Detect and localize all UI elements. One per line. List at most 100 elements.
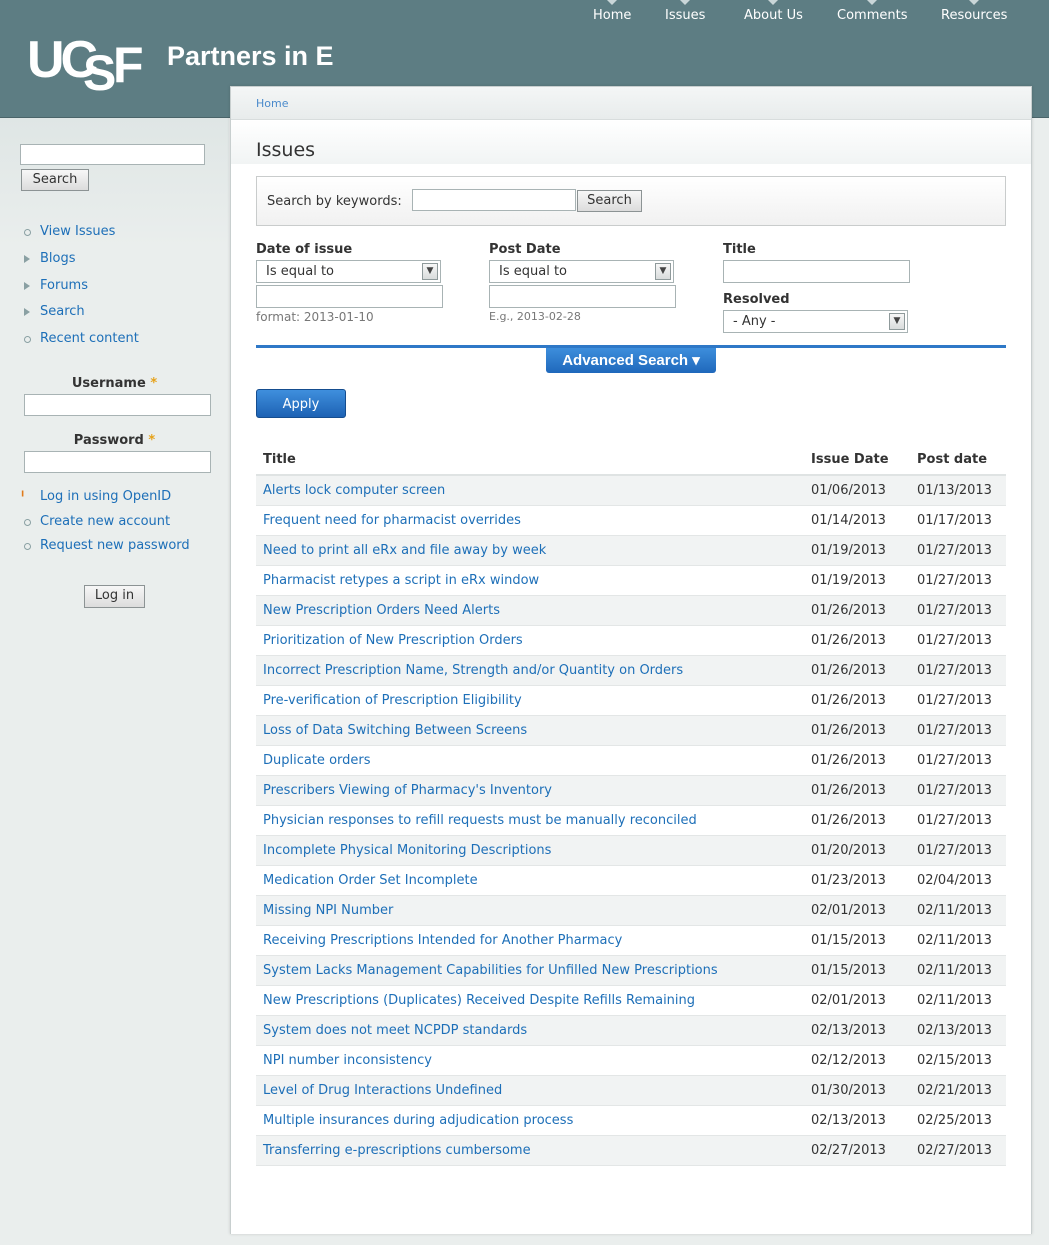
- table-row: NPI number inconsistency 02/12/2013 02/15/…: [256, 1045, 1006, 1076]
- table-row: Medication Order Set Incomplete 01/23/201…: [256, 865, 1006, 896]
- issue-title-link[interactable]: System does not meet NCPDP standards: [263, 1023, 527, 1038]
- issue-date-cell: 01/14/2013: [804, 505, 910, 536]
- table-row: Receiving Prescriptions Intended for Ano…: [256, 925, 1006, 956]
- nav-about-us[interactable]: About Us: [744, 0, 803, 23]
- keyword-search-panel: Search by keywords: Search: [256, 176, 1006, 226]
- issue-date-cell: 01/26/2013: [804, 685, 910, 716]
- issue-title-link[interactable]: New Prescription Orders Need Alerts: [263, 603, 500, 618]
- issue-title-link[interactable]: New Prescriptions (Duplicates) Received …: [263, 993, 695, 1008]
- post-date-cell: 02/11/2013: [910, 985, 1006, 1016]
- issue-title-link[interactable]: Level of Drug Interactions Undefined: [263, 1083, 502, 1098]
- table-row: Duplicate orders 01/26/2013 01/27/2013: [256, 745, 1006, 776]
- issue-date-cell: 01/26/2013: [804, 655, 910, 686]
- issue-title-link[interactable]: Physician responses to refill requests m…: [263, 813, 697, 828]
- post-date-input[interactable]: [489, 285, 676, 308]
- issue-title-link[interactable]: Receiving Prescriptions Intended for Ano…: [263, 933, 622, 948]
- date-of-issue-hint: format: 2013-01-10: [256, 310, 374, 324]
- issue-date-cell: 02/13/2013: [804, 1015, 910, 1046]
- table-row: Incorrect Prescription Name, Strength an…: [256, 655, 1006, 686]
- triangle-bullet-icon: [24, 308, 30, 316]
- issue-date-cell: 02/01/2013: [804, 895, 910, 926]
- issue-title-link[interactable]: Frequent need for pharmacist overrides: [263, 513, 521, 528]
- breadcrumb-home[interactable]: Home: [256, 97, 288, 110]
- keyword-input[interactable]: [412, 189, 576, 211]
- issue-title-link[interactable]: Medication Order Set Incomplete: [263, 873, 478, 888]
- issue-title-link[interactable]: Duplicate orders: [263, 753, 371, 768]
- column-header-title[interactable]: Title: [256, 444, 804, 476]
- issue-title-link[interactable]: Incorrect Prescription Name, Strength an…: [263, 663, 683, 678]
- username-field[interactable]: [24, 394, 211, 416]
- issue-date-cell: 01/30/2013: [804, 1075, 910, 1106]
- post-date-cell: 02/11/2013: [910, 925, 1006, 956]
- nav-comments[interactable]: Comments: [837, 0, 907, 23]
- issue-date-cell: 01/26/2013: [804, 625, 910, 656]
- issue-title-link[interactable]: Alerts lock computer screen: [263, 483, 445, 498]
- issue-date-cell: 02/01/2013: [804, 985, 910, 1016]
- password-field[interactable]: [24, 451, 211, 473]
- title-filter-input[interactable]: [723, 260, 910, 283]
- issue-title-cell: New Prescription Orders Need Alerts: [256, 595, 804, 626]
- issue-title-cell: Missing NPI Number: [256, 895, 804, 926]
- issue-date-cell: 02/27/2013: [804, 1135, 910, 1166]
- issue-title-link[interactable]: Incomplete Physical Monitoring Descripti…: [263, 843, 551, 858]
- post-date-cell: 02/25/2013: [910, 1105, 1006, 1136]
- issue-title-link[interactable]: Pharmacist retypes a script in eRx windo…: [263, 573, 539, 588]
- keyword-search-button[interactable]: Search: [577, 190, 642, 212]
- post-date-cell: 01/27/2013: [910, 655, 1006, 686]
- issue-title-cell: Level of Drug Interactions Undefined: [256, 1075, 804, 1106]
- sidebar-search-button[interactable]: Search: [21, 169, 89, 191]
- title-filter-label: Title: [723, 242, 756, 257]
- resolved-select[interactable]: - Any - ▼: [723, 310, 908, 333]
- keyword-label: Search by keywords:: [267, 194, 402, 209]
- circle-bullet-icon: [24, 336, 31, 343]
- date-of-issue-operator-select[interactable]: Is equal to ▼: [256, 260, 441, 283]
- issue-title-link[interactable]: Missing NPI Number: [263, 903, 393, 918]
- issue-title-link[interactable]: Transferring e-prescriptions cumbersome: [263, 1143, 531, 1158]
- post-date-label: Post Date: [489, 242, 561, 257]
- issue-title-link[interactable]: Multiple insurances during adjudication …: [263, 1113, 573, 1128]
- table-row: Level of Drug Interactions Undefined 01/3…: [256, 1075, 1006, 1106]
- issues-table: Title Issue Date Post date Alerts lock c…: [256, 444, 1006, 1166]
- issue-title-cell: Pre-verification of Prescription Eligibi…: [256, 685, 804, 716]
- column-header-issue-date[interactable]: Issue Date: [804, 444, 910, 476]
- issue-title-cell: Physician responses to refill requests m…: [256, 805, 804, 836]
- issue-title-link[interactable]: Prioritization of New Prescription Order…: [263, 633, 523, 648]
- nav-resources[interactable]: Resources: [941, 0, 1007, 23]
- post-date-operator-select[interactable]: Is equal to ▼: [489, 260, 674, 283]
- issue-title-link[interactable]: NPI number inconsistency: [263, 1053, 432, 1068]
- issue-title-cell: Duplicate orders: [256, 745, 804, 776]
- post-date-cell: 01/27/2013: [910, 715, 1006, 746]
- breadcrumb-bar: Home: [231, 87, 1031, 120]
- issue-title-link[interactable]: Prescribers Viewing of Pharmacy's Invent…: [263, 783, 552, 798]
- date-of-issue-input[interactable]: [256, 285, 443, 308]
- table-row: New Prescription Orders Need Alerts 01/26…: [256, 595, 1006, 626]
- issue-date-cell: 02/13/2013: [804, 1105, 910, 1136]
- issue-title-link[interactable]: System Lacks Management Capabilities for…: [263, 963, 718, 978]
- issue-title-link[interactable]: Need to print all eRx and file away by w…: [263, 543, 546, 558]
- issue-title-cell: Receiving Prescriptions Intended for Ano…: [256, 925, 804, 956]
- issue-title-cell: Incorrect Prescription Name, Strength an…: [256, 655, 804, 686]
- column-header-post-date[interactable]: Post date: [910, 444, 1006, 476]
- ucsf-logo[interactable]: UC S F: [27, 34, 144, 98]
- site-name[interactable]: Partners in E: [167, 41, 334, 72]
- table-row: System does not meet NCPDP standards 02/1…: [256, 1015, 1006, 1046]
- post-date-cell: 01/17/2013: [910, 505, 1006, 536]
- post-date-cell: 02/15/2013: [910, 1045, 1006, 1076]
- table-row: Loss of Data Switching Between Screens 01…: [256, 715, 1006, 746]
- issue-title-cell: NPI number inconsistency: [256, 1045, 804, 1076]
- issue-title-cell: Prioritization of New Prescription Order…: [256, 625, 804, 656]
- login-button[interactable]: Log in: [84, 585, 145, 608]
- table-row: Pharmacist retypes a script in eRx windo…: [256, 565, 1006, 596]
- advanced-search-toggle[interactable]: Advanced Search ▾: [546, 348, 716, 373]
- apply-button[interactable]: Apply: [256, 389, 346, 418]
- table-row: Need to print all eRx and file away by w…: [256, 535, 1006, 566]
- nav-issues[interactable]: Issues: [665, 0, 705, 23]
- issue-title-link[interactable]: Pre-verification of Prescription Eligibi…: [263, 693, 522, 708]
- issue-date-cell: 01/26/2013: [804, 805, 910, 836]
- nav-home[interactable]: Home: [593, 0, 631, 23]
- issue-title-link[interactable]: Loss of Data Switching Between Screens: [263, 723, 527, 738]
- date-of-issue-label: Date of issue: [256, 242, 353, 257]
- issue-date-cell: 01/19/2013: [804, 565, 910, 596]
- sidebar-search-input[interactable]: [20, 144, 205, 165]
- issue-title-cell: Loss of Data Switching Between Screens: [256, 715, 804, 746]
